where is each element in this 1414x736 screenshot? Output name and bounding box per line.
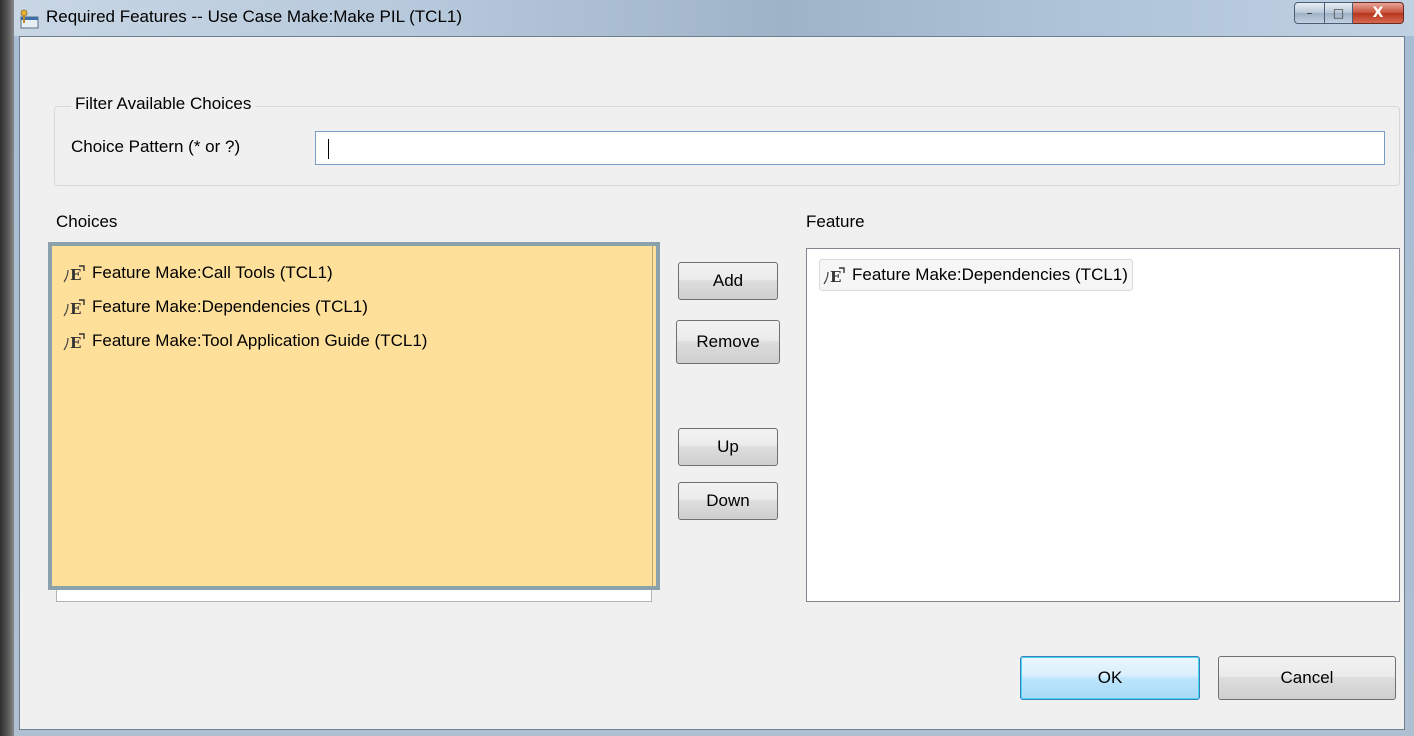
- choice-pattern-label: Choice Pattern (* or ?): [71, 137, 241, 156]
- list-item-label: Feature Make:Dependencies (TCL1): [92, 297, 368, 316]
- choices-list[interactable]: E Feature Make:Call Tools (TCL1) E Featu…: [48, 242, 660, 590]
- feature-label: Feature: [806, 212, 865, 231]
- list-item[interactable]: E Feature Make:Call Tools (TCL1): [62, 260, 333, 286]
- up-button[interactable]: Up: [678, 428, 778, 466]
- text-caret: [328, 139, 329, 159]
- list-item[interactable]: E Feature Make:Dependencies (TCL1): [62, 294, 368, 320]
- svg-text:E: E: [70, 266, 81, 284]
- choices-label: Choices: [56, 212, 118, 231]
- maximize-button[interactable]: □: [1325, 2, 1353, 24]
- list-item-label: Feature Make:Dependencies (TCL1): [852, 265, 1128, 284]
- ok-button[interactable]: OK: [1020, 656, 1200, 700]
- window-title: Required Features -- Use Case Make:Make …: [46, 7, 463, 26]
- list-item[interactable]: E Feature Make:Dependencies (TCL1): [819, 259, 1133, 291]
- cancel-button[interactable]: Cancel: [1218, 656, 1396, 700]
- close-button[interactable]: X: [1353, 2, 1404, 24]
- maximize-icon: □: [1332, 6, 1345, 20]
- choice-pattern-input[interactable]: [315, 131, 1385, 165]
- down-button[interactable]: Down: [678, 482, 778, 520]
- list-item-label: Feature Make:Call Tools (TCL1): [92, 263, 333, 282]
- filter-group-title: Filter Available Choices: [71, 94, 256, 114]
- add-button[interactable]: Add: [678, 262, 778, 300]
- minimize-icon: –: [1306, 6, 1313, 20]
- feature-icon: E: [62, 296, 86, 318]
- feature-icon: E: [62, 330, 86, 352]
- feature-icon: E: [62, 262, 86, 284]
- list-item-label: Feature Make:Tool Application Guide (TCL…: [92, 331, 428, 350]
- minimize-button[interactable]: –: [1294, 2, 1325, 24]
- filter-group: Filter Available Choices Choice Pattern …: [54, 94, 1400, 186]
- app-icon: [20, 9, 39, 29]
- choices-list-divider: [652, 246, 653, 586]
- title-bar[interactable]: Required Features -- Use Case Make:Make …: [14, 0, 1414, 36]
- feature-list[interactable]: E Feature Make:Dependencies (TCL1): [806, 248, 1400, 602]
- remove-button[interactable]: Remove: [676, 320, 780, 364]
- list-item[interactable]: E Feature Make:Tool Application Guide (T…: [62, 328, 427, 354]
- desktop-edge: [0, 0, 14, 736]
- svg-text:E: E: [70, 334, 81, 352]
- window-controls: – □ X: [1294, 2, 1404, 26]
- svg-text:E: E: [70, 300, 81, 318]
- feature-icon: E: [822, 264, 846, 286]
- svg-text:E: E: [830, 268, 841, 286]
- close-icon: X: [1372, 5, 1384, 21]
